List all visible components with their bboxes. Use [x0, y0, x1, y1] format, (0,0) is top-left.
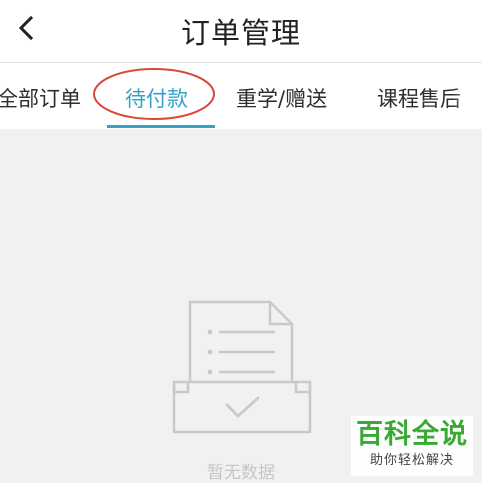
watermark-title: 百科全说: [356, 419, 468, 450]
page-title: 订单管理: [180, 16, 301, 50]
watermark-subtitle: 助你轻松解决: [369, 453, 454, 468]
annotation-circle: [93, 68, 215, 120]
tab-course-after-sales[interactable]: 课程售后: [377, 83, 461, 113]
tab-relearn-gift[interactable]: 重学/赠送: [236, 83, 327, 113]
top-bar: 订单管理: [0, 0, 482, 62]
order-tabs: 全部订单 待付款 重学/赠送 课程售后: [0, 63, 482, 129]
empty-box-document-icon: [172, 300, 312, 434]
watermark-logo: 百科全说 助你轻松解决: [351, 416, 473, 476]
tab-all-orders[interactable]: 全部订单: [0, 83, 81, 113]
active-tab-indicator: [107, 125, 215, 128]
tabs-fade-overlay: [452, 63, 482, 129]
